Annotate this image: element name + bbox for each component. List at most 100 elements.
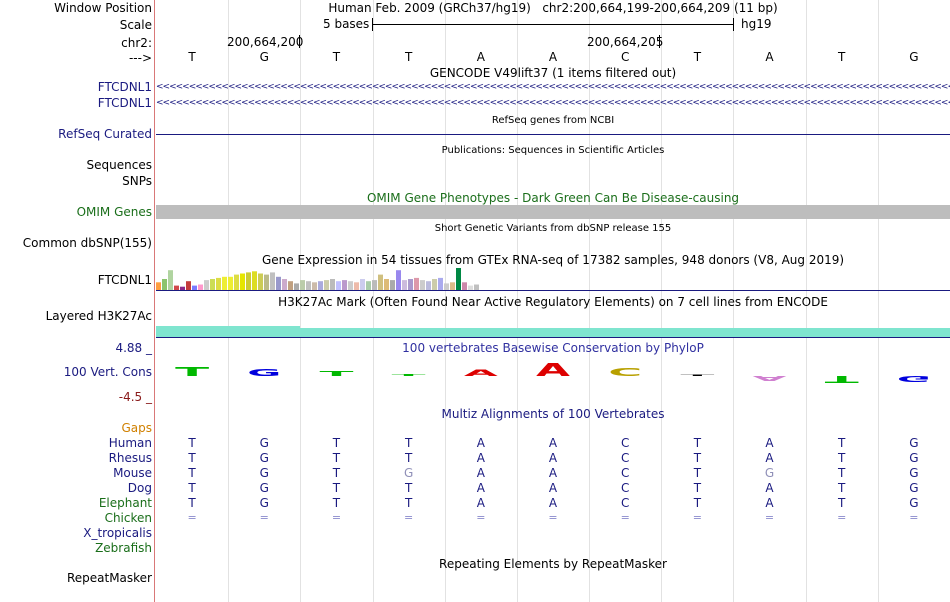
gtex-track-title[interactable]: Gene Expression in 54 tissues from GTEx … bbox=[156, 253, 950, 267]
gene-label-1[interactable]: FTCDNL1 bbox=[98, 80, 152, 94]
gtex-bar[interactable] bbox=[414, 277, 419, 290]
alignment-base: A bbox=[476, 466, 485, 480]
gtex-bar[interactable] bbox=[270, 272, 275, 290]
phylop-letter: T bbox=[825, 373, 860, 385]
gtex-bar[interactable] bbox=[396, 270, 401, 290]
gtex-bar[interactable] bbox=[456, 268, 461, 290]
gtex-label[interactable]: FTCDNL1 bbox=[98, 273, 152, 287]
gene-model-2[interactable]: <<<<<<<<<<<<<<<<<<<<<<<<<<<<<<<<<<<<<<<<… bbox=[156, 99, 950, 107]
gene-model-1[interactable]: <<<<<<<<<<<<<<<<<<<<<<<<<<<<<<<<<<<<<<<<… bbox=[156, 83, 950, 91]
gtex-bar[interactable] bbox=[276, 276, 281, 290]
pubs-track-title[interactable]: Publications: Sequences in Scientific Ar… bbox=[156, 144, 950, 158]
gtex-bar[interactable] bbox=[408, 279, 413, 290]
h3k27ac-track-title[interactable]: H3K27Ac Mark (Often Found Near Active Re… bbox=[156, 295, 950, 309]
gtex-bar[interactable] bbox=[462, 282, 467, 290]
h3k27ac-baseline bbox=[156, 337, 950, 338]
cons-track-label[interactable]: 100 Vert. Cons bbox=[64, 365, 152, 379]
omim-label[interactable]: OMIM Genes bbox=[77, 205, 152, 219]
scale-bar-right-tick bbox=[733, 18, 734, 31]
phylop-track-title[interactable]: 100 vertebrates Basewise Conservation by… bbox=[156, 341, 950, 355]
species-label[interactable]: Rhesus bbox=[109, 451, 152, 465]
gtex-bar[interactable] bbox=[402, 280, 407, 290]
gtex-bar[interactable] bbox=[354, 282, 359, 290]
gtex-bar[interactable] bbox=[384, 279, 389, 290]
omim-bar[interactable] bbox=[156, 205, 950, 219]
species-label[interactable]: Human bbox=[109, 436, 152, 450]
gtex-bar[interactable] bbox=[252, 271, 257, 290]
snps-label[interactable]: SNPs bbox=[122, 174, 152, 188]
window-position[interactable]: Human Feb. 2009 (GRCh37/hg19) chr2:200,6… bbox=[156, 1, 950, 15]
gtex-bar[interactable] bbox=[162, 279, 167, 290]
alignment-base: T bbox=[693, 436, 702, 450]
gtex-bar[interactable] bbox=[210, 279, 215, 290]
gtex-bar[interactable] bbox=[444, 283, 449, 290]
phylop-letter: A bbox=[753, 374, 788, 382]
gtex-bar[interactable] bbox=[228, 276, 233, 290]
omim-track-title[interactable]: OMIM Gene Phenotypes - Dark Green Can Be… bbox=[156, 191, 950, 205]
gtex-bar[interactable] bbox=[336, 281, 341, 290]
gencode-track-title[interactable]: GENCODE V49lift37 (1 items filtered out) bbox=[156, 66, 950, 80]
dbsnp-track-title[interactable]: Short Genetic Variants from dbSNP releas… bbox=[156, 222, 950, 236]
multiz-track-title[interactable]: Multiz Alignments of 100 Vertebrates bbox=[156, 407, 950, 421]
gtex-bar[interactable] bbox=[258, 273, 263, 291]
gtex-bar[interactable] bbox=[288, 281, 293, 290]
gtex-bar[interactable] bbox=[156, 282, 161, 290]
reference-base: C bbox=[620, 50, 630, 64]
gtex-bar[interactable] bbox=[234, 274, 239, 290]
h3k27ac-signal-low[interactable] bbox=[300, 328, 950, 337]
repeatmasker-label[interactable]: RepeatMasker bbox=[67, 571, 152, 585]
gtex-bar[interactable] bbox=[300, 280, 305, 290]
gtex-bar[interactable] bbox=[324, 280, 329, 290]
species-label[interactable]: Mouse bbox=[113, 466, 152, 480]
gtex-bar[interactable] bbox=[216, 277, 221, 290]
gtex-bar[interactable] bbox=[342, 280, 347, 290]
gtex-bar[interactable] bbox=[378, 274, 383, 290]
species-label[interactable]: Dog bbox=[128, 481, 152, 495]
alignment-base: T bbox=[188, 466, 196, 480]
gtex-bar[interactable] bbox=[450, 282, 455, 290]
h3k27ac-signal-high[interactable] bbox=[156, 326, 300, 337]
gtex-bar[interactable] bbox=[186, 281, 191, 290]
gtex-bar[interactable] bbox=[348, 281, 353, 290]
gtex-bar[interactable] bbox=[264, 274, 269, 290]
alignment-base: C bbox=[620, 496, 630, 510]
alignment-base: T bbox=[693, 466, 702, 480]
gtex-bar[interactable] bbox=[294, 283, 299, 290]
species-label[interactable]: Elephant bbox=[99, 496, 152, 510]
alignment-base: T bbox=[838, 466, 846, 480]
gtex-bar[interactable] bbox=[246, 272, 251, 290]
gtex-bar[interactable] bbox=[360, 279, 365, 290]
gtex-bar[interactable] bbox=[282, 279, 287, 290]
h3k27ac-label[interactable]: Layered H3K27Ac bbox=[46, 309, 152, 323]
gtex-bar[interactable] bbox=[432, 279, 437, 290]
gtex-bar-chart[interactable] bbox=[156, 267, 950, 291]
gtex-bar[interactable] bbox=[168, 270, 173, 290]
gtex-bar[interactable] bbox=[306, 281, 311, 290]
dbsnp-label[interactable]: Common dbSNP(155) bbox=[23, 236, 152, 250]
gtex-bar[interactable] bbox=[330, 279, 335, 290]
gtex-bar[interactable] bbox=[204, 280, 209, 290]
species-label[interactable]: Zebrafish bbox=[95, 541, 152, 555]
assembly-text: Human Feb. 2009 (GRCh37/hg19) bbox=[328, 1, 531, 15]
species-label[interactable]: Chicken bbox=[105, 511, 152, 525]
phylop-logo[interactable]: TGTTAACTATG bbox=[156, 358, 950, 398]
gtex-bar[interactable] bbox=[366, 281, 371, 290]
gtex-bar[interactable] bbox=[438, 277, 443, 290]
refseq-track-title[interactable]: RefSeq genes from NCBI bbox=[156, 114, 950, 128]
refseq-label[interactable]: RefSeq Curated bbox=[58, 127, 152, 141]
refseq-gene-line[interactable] bbox=[156, 134, 950, 135]
gtex-bar[interactable] bbox=[390, 280, 395, 290]
gtex-bar[interactable] bbox=[426, 281, 431, 290]
gtex-bar[interactable] bbox=[420, 280, 425, 290]
sequences-label[interactable]: Sequences bbox=[87, 158, 152, 172]
phylop-letter: T bbox=[175, 366, 212, 380]
gtex-bar[interactable] bbox=[318, 281, 323, 290]
gtex-bar[interactable] bbox=[372, 280, 377, 290]
gene-label-2[interactable]: FTCDNL1 bbox=[98, 96, 152, 110]
gtex-bar[interactable] bbox=[240, 273, 245, 291]
alignment-base: T bbox=[332, 496, 341, 510]
species-label[interactable]: X_tropicalis bbox=[83, 526, 152, 540]
gtex-bar[interactable] bbox=[222, 276, 227, 290]
gtex-bar[interactable] bbox=[312, 282, 317, 290]
repeat-track-title[interactable]: Repeating Elements by RepeatMasker bbox=[156, 557, 950, 571]
